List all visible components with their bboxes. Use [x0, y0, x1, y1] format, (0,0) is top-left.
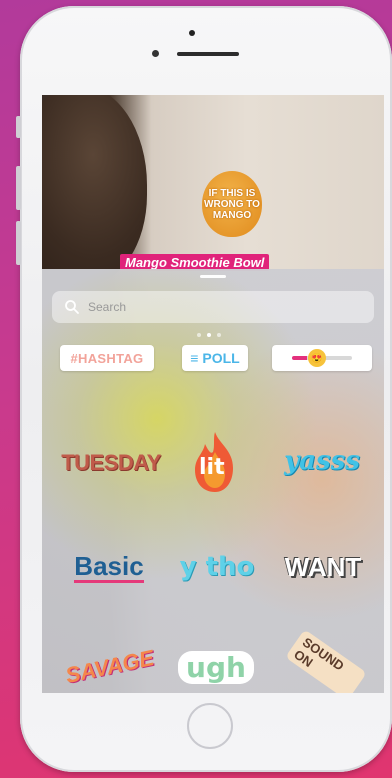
mango-sticker[interactable]: IF THIS IS WRONG TO MANGO [202, 171, 262, 237]
sound-on-sticker-label: SOUND ON [285, 629, 367, 693]
page-indicator [197, 333, 221, 337]
poll-sticker[interactable]: ≡ POLL [182, 345, 248, 371]
tuesday-sticker-label: TUESDAY [61, 450, 161, 475]
tray-drag-handle[interactable] [200, 275, 226, 278]
page-dot[interactable] [197, 333, 201, 337]
ytho-sticker[interactable]: y tho [172, 547, 262, 587]
phone-screen: IF THIS IS WRONG TO MANGO Mango Smoothie… [42, 95, 384, 693]
basic-sticker[interactable]: Basic [64, 547, 154, 587]
sensor-lens [152, 50, 159, 57]
want-sticker[interactable]: WANT [280, 547, 366, 587]
search-input[interactable] [86, 299, 370, 315]
emoji-slider-sticker[interactable]: 😍 [272, 345, 372, 371]
want-sticker-label: WANT [284, 551, 362, 582]
lit-sticker-label: lit [199, 455, 225, 480]
ugh-sticker[interactable]: ugh [176, 645, 256, 689]
earpiece-speaker [177, 52, 239, 56]
yass-sticker-label: yasss [284, 446, 360, 476]
lit-sticker[interactable]: lit [185, 427, 245, 497]
mango-sticker-text: IF THIS IS WRONG TO MANGO [204, 187, 260, 221]
page-dot-active[interactable] [207, 333, 211, 337]
basic-sticker-label: Basic [74, 550, 144, 583]
home-button[interactable] [187, 703, 233, 749]
poll-sticker-label: ≡ POLL [190, 350, 240, 366]
volume-down-button [16, 166, 21, 210]
front-camera [189, 30, 195, 36]
savage-sticker-label: SAVAGE [63, 644, 157, 689]
hashtag-sticker-label: #HASHTAG [70, 350, 144, 366]
ugh-sticker-label: ugh [178, 650, 254, 684]
ytho-sticker-label: y tho [179, 552, 255, 582]
savage-sticker[interactable]: SAVAGE [60, 644, 160, 689]
volume-up-button [16, 116, 21, 138]
hashtag-sticker[interactable]: #HASHTAG [60, 345, 154, 371]
emoji-slider-face-icon: 😍 [308, 349, 326, 367]
sound-on-sticker[interactable]: SOUND ON [285, 629, 367, 693]
sticker-tray[interactable]: #HASHTAG ≡ POLL 😍 TUESDAY lit yasss Basi… [42, 269, 384, 693]
emoji-slider-track: 😍 [292, 349, 352, 367]
page-dot[interactable] [217, 333, 221, 337]
yass-sticker[interactable]: yasss [276, 441, 368, 481]
sticker-search-bar[interactable] [52, 291, 374, 323]
search-icon [65, 300, 79, 314]
volume-down-button-2 [16, 221, 21, 265]
tuesday-sticker[interactable]: TUESDAY [56, 445, 166, 481]
